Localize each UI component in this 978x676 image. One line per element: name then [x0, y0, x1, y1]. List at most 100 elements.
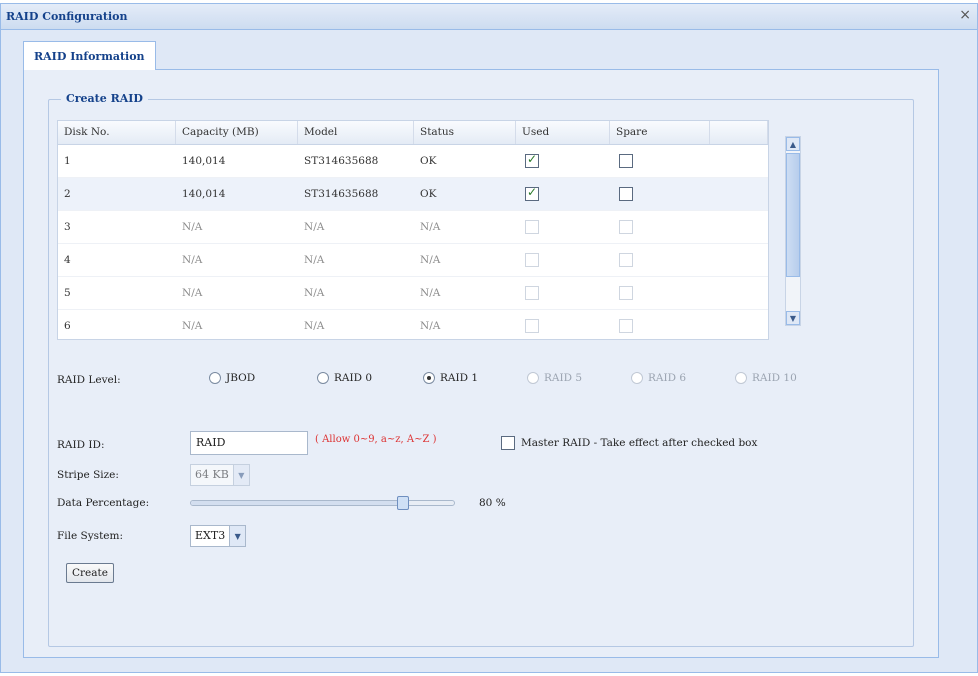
tab-panel: RAID Information Create RAID Disk No. Ca… [23, 38, 939, 658]
radio-button[interactable] [423, 372, 435, 384]
raid-level-option[interactable]: JBOD [209, 372, 255, 384]
chevron-up-icon[interactable]: ▲ [786, 137, 800, 151]
create-raid-legend: Create RAID [61, 92, 148, 105]
data-percentage-slider[interactable] [190, 496, 455, 510]
used-checkbox [525, 220, 539, 234]
stripe-size-value: 64 KB [195, 468, 229, 481]
cell-disk-no: 6 [64, 320, 71, 332]
slider-handle[interactable] [397, 496, 409, 510]
raid-level-option: RAID 6 [631, 372, 686, 384]
radio-button [735, 372, 747, 384]
cell-disk-no: 5 [64, 287, 71, 299]
window-title: RAID Configuration [6, 10, 128, 23]
grid-body: 1 140,014 ST314635688 OK 2 140,014 ST314635688… [58, 145, 768, 339]
cell-spare [610, 187, 710, 201]
header-model[interactable]: Model [298, 121, 414, 144]
grid-scrollbar[interactable]: ▲ ▼ [785, 136, 801, 326]
raid-level-option: RAID 5 [527, 372, 582, 384]
header-disk-no[interactable]: Disk No. [58, 121, 176, 144]
cell-disk-no: 2 [64, 188, 71, 200]
raid-level-option-label: RAID 6 [648, 372, 687, 384]
cell-spare [610, 154, 710, 168]
cell-used [516, 152, 610, 168]
raid-level-option[interactable]: RAID 1 [423, 372, 478, 384]
stripe-size-label: Stripe Size: [57, 469, 119, 481]
cell-disk-no: 4 [64, 254, 71, 266]
master-raid-label: Master RAID - Take effect after checked … [521, 437, 758, 449]
scrollbar-thumb[interactable] [786, 153, 800, 277]
cell-spare [610, 286, 710, 300]
spare-checkbox [619, 286, 633, 300]
stripe-size-select: 64 KB ▼ [190, 464, 250, 486]
raid-level-option: RAID 10 [735, 372, 797, 384]
cell-used [516, 319, 610, 333]
data-percentage-value: 80 % [479, 497, 506, 509]
create-raid-fieldset: Create RAID Disk No. Capacity (MB) Model… [48, 92, 914, 647]
raid-id-input[interactable]: RAID [190, 431, 308, 455]
table-row[interactable]: 5 N/A N/A N/A [58, 277, 768, 310]
spare-checkbox[interactable] [619, 187, 633, 201]
header-status[interactable]: Status [414, 121, 516, 144]
raid-level-option[interactable]: RAID 0 [317, 372, 372, 384]
cell-model: N/A [304, 221, 325, 233]
tab-strip: RAID Information [23, 38, 939, 71]
cell-capacity: N/A [182, 287, 203, 299]
table-row[interactable]: 3 N/A N/A N/A [58, 211, 768, 244]
cell-model: ST314635688 [304, 188, 379, 200]
tab-raid-information[interactable]: RAID Information [23, 41, 156, 71]
cell-disk-no: 3 [64, 221, 71, 233]
raid-id-label: RAID ID: [57, 439, 105, 451]
disk-grid: Disk No. Capacity (MB) Model Status Used… [57, 120, 769, 340]
cell-capacity: N/A [182, 221, 203, 233]
cell-status: OK [420, 155, 437, 167]
cell-spare [610, 319, 710, 333]
cell-disk-no: 1 [64, 155, 71, 167]
spare-checkbox [619, 253, 633, 267]
cell-model: N/A [304, 254, 325, 266]
spare-checkbox[interactable] [619, 154, 633, 168]
radio-button[interactable] [209, 372, 221, 384]
radio-button [631, 372, 643, 384]
close-icon[interactable]: × [959, 7, 971, 23]
header-used[interactable]: Used [516, 121, 610, 144]
cell-status: N/A [420, 287, 441, 299]
used-checkbox [525, 319, 539, 333]
used-checkbox[interactable] [525, 185, 539, 201]
raid-level-label: RAID Level: [57, 374, 121, 386]
grid-header: Disk No. Capacity (MB) Model Status Used… [58, 121, 768, 145]
cell-model: N/A [304, 287, 325, 299]
used-checkbox [525, 253, 539, 267]
header-spare[interactable]: Spare [610, 121, 710, 144]
table-row[interactable]: 2 140,014 ST314635688 OK [58, 178, 768, 211]
radio-button[interactable] [317, 372, 329, 384]
cell-used [516, 185, 610, 201]
table-row[interactable]: 6 N/A N/A N/A [58, 310, 768, 339]
cell-capacity: 140,014 [182, 188, 226, 200]
table-row[interactable]: 4 N/A N/A N/A [58, 244, 768, 277]
cell-capacity: N/A [182, 320, 203, 332]
radio-button [527, 372, 539, 384]
create-button[interactable]: Create [66, 563, 114, 583]
cell-spare [610, 253, 710, 267]
file-system-value: EXT3 [195, 529, 226, 542]
header-capacity[interactable]: Capacity (MB) [176, 121, 298, 144]
raid-level-option-label: RAID 5 [544, 372, 583, 384]
cell-used [516, 220, 610, 234]
chevron-down-icon[interactable]: ▼ [786, 311, 800, 325]
slider-fill [191, 501, 403, 505]
raid-level-option-label: RAID 0 [334, 372, 373, 384]
master-raid-checkbox[interactable] [501, 436, 515, 450]
raid-level-option-label: JBOD [226, 372, 256, 384]
chevron-down-icon[interactable]: ▼ [229, 526, 246, 546]
cell-status: N/A [420, 221, 441, 233]
cell-status: N/A [420, 320, 441, 332]
header-filler [710, 121, 768, 144]
raid-level-option-label: RAID 1 [440, 372, 479, 384]
used-checkbox [525, 286, 539, 300]
table-row[interactable]: 1 140,014 ST314635688 OK [58, 145, 768, 178]
file-system-select[interactable]: EXT3 ▼ [190, 525, 247, 547]
used-checkbox[interactable] [525, 152, 539, 168]
cell-used [516, 253, 610, 267]
raid-id-hint: ( Allow 0~9, a~z, A~Z ) [315, 434, 437, 445]
cell-capacity: 140,014 [182, 155, 226, 167]
